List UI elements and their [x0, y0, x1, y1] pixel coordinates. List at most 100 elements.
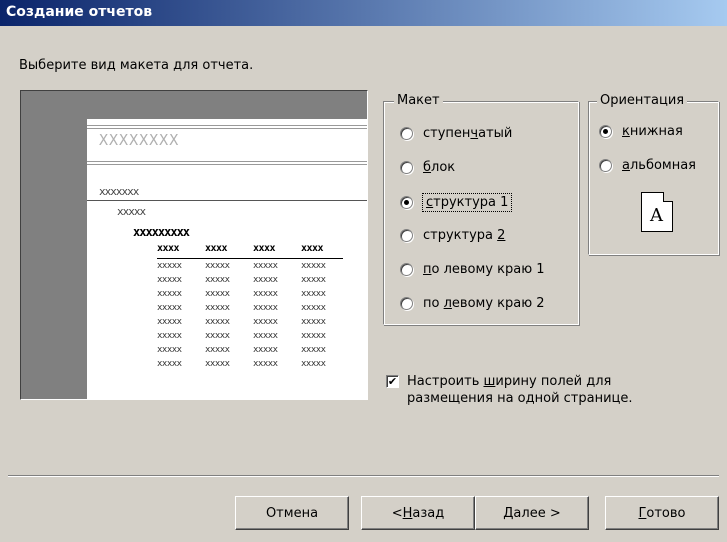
preview-header-row: xxxx xxxx xxxx xxxx: [157, 243, 349, 257]
fit-width-checkbox[interactable]: ✔: [386, 375, 399, 388]
layout-option-4[interactable]: структура 2: [400, 228, 505, 243]
preview-cell: xxxxx: [157, 303, 182, 313]
radio-button[interactable]: [400, 229, 413, 242]
preview-cell: xxxxx: [205, 289, 230, 299]
layout-option-label: ступенчатый: [423, 126, 512, 141]
label-mnemonic: ч: [470, 126, 479, 141]
checkmark-icon: ✔: [387, 375, 398, 388]
radio-button[interactable]: [599, 159, 612, 172]
portrait-page-icon: A: [641, 192, 673, 232]
preview-group-1: xxxxxxx: [99, 185, 139, 198]
layout-prompt: Выберите вид макета для отчета.: [19, 58, 254, 73]
preview-cell: xxxxx: [157, 275, 182, 285]
preview-cell: xxxxx: [253, 303, 278, 313]
preview-data-row: xxxxx xxxxx xxxxx xxxxx: [157, 275, 349, 289]
finish-label-post: отово: [646, 505, 686, 521]
orientation-option-label: альбомная: [622, 158, 696, 173]
label-mnemonic: б: [423, 160, 432, 175]
layout-option-1[interactable]: ступенчатый: [400, 126, 512, 141]
fit-width-label-mnemonic: ш: [483, 374, 496, 389]
preview-cell: xxxxx: [301, 317, 326, 327]
preview-group-2: xxxxx: [117, 205, 146, 218]
preview-line: [87, 128, 367, 129]
radio-button[interactable]: [400, 297, 413, 310]
preview-cell: xxxx: [253, 243, 276, 254]
orientation-group: Ориентация книжная альбомная A: [588, 93, 719, 255]
layout-option-label: структура 1: [421, 193, 513, 212]
radio-button[interactable]: [400, 196, 413, 209]
label-post: лок: [431, 160, 456, 175]
preview-cell: xxxxx: [301, 345, 326, 355]
finish-label-mnemonic: Г: [638, 505, 647, 521]
orientation-option-2[interactable]: альбомная: [599, 158, 696, 173]
layout-option-3[interactable]: структура 1: [400, 193, 513, 212]
preview-cell: xxxxx: [301, 303, 326, 313]
preview-cell: xxxxx: [157, 317, 182, 327]
preview-cell: xxxx: [205, 243, 228, 254]
layout-group-legend: Макет: [394, 93, 443, 108]
layout-option-label: структура 2: [423, 228, 505, 243]
layout-option-label: по левому краю 2: [423, 296, 545, 311]
radio-dot-icon: [603, 129, 608, 134]
layout-preview: XXXXXXXX xxxxxxx xxxxx xxxxxxxxx xxxx xx…: [20, 90, 368, 400]
radio-button[interactable]: [400, 263, 413, 276]
preview-line: [87, 164, 367, 165]
preview-data-row: xxxxx xxxxx xxxxx xxxxx: [157, 331, 349, 345]
preview-data-row: xxxxx xxxxx xxxxx xxxxx: [157, 317, 349, 331]
preview-line: [87, 200, 367, 201]
preview-cell: xxxxx: [253, 275, 278, 285]
label-post: льбомная: [629, 158, 697, 173]
layout-option-6[interactable]: по левому краю 2: [400, 296, 545, 311]
preview-cell: xxxxx: [253, 331, 278, 341]
preview-cell: xxxxx: [301, 289, 326, 299]
preview-cell: xxxxx: [253, 359, 278, 369]
label-pre: по: [423, 296, 444, 311]
preview-cell: xxxxx: [301, 261, 326, 271]
preview-data-row: xxxxx xxxxx xxxxx xxxxx: [157, 345, 349, 359]
preview-cell: xxxxx: [157, 261, 182, 271]
back-label-pre: <: [391, 505, 403, 521]
preview-cell: xxxxx: [205, 275, 230, 285]
back-button[interactable]: < Назад: [361, 496, 475, 530]
preview-cell: xxxxx: [253, 317, 278, 327]
preview-cell: xxxxx: [301, 331, 326, 341]
preview-cell: xxxxx: [205, 317, 230, 327]
button-separator: [8, 475, 719, 477]
fit-width-label-pre: Настроить: [407, 374, 484, 389]
preview-data-row: xxxxx xxxxx xxxxx xxxxx: [157, 359, 349, 373]
preview-cell: xxxxx: [301, 275, 326, 285]
preview-cell: xxxxx: [205, 359, 230, 369]
preview-title: XXXXXXXX: [99, 131, 180, 149]
back-label-mnemonic: Н: [402, 505, 413, 521]
layout-option-5[interactable]: по левому краю 1: [400, 262, 545, 277]
fit-width-option[interactable]: ✔ Настроить ширину полей для размещения …: [386, 373, 697, 407]
preview-data-row: xxxxx xxxxx xxxxx xxxxx: [157, 303, 349, 317]
finish-button[interactable]: Готово: [605, 496, 719, 530]
cancel-button[interactable]: Отмена: [235, 496, 349, 530]
label-mnemonic: а: [622, 158, 630, 173]
preview-header-rule: [157, 258, 343, 259]
orientation-option-1[interactable]: книжная: [599, 124, 683, 139]
preview-line: [87, 161, 367, 162]
preview-group-3: xxxxxxxxx: [133, 225, 190, 239]
next-label-post: алее >: [513, 505, 561, 521]
preview-cell: xxxxx: [205, 303, 230, 313]
cancel-label: Отмена: [265, 505, 319, 521]
back-label-post: азад: [412, 505, 445, 521]
label-post: труктура 1: [433, 195, 509, 210]
preview-data-row: xxxxx xxxxx xxxxx xxxxx: [157, 289, 349, 303]
radio-dot-icon: [404, 200, 409, 205]
preview-cell: xxxxx: [253, 261, 278, 271]
layout-option-label: по левому краю 1: [423, 262, 545, 277]
radio-button[interactable]: [400, 161, 413, 174]
next-button[interactable]: Далее >: [475, 496, 589, 530]
orientation-group-legend: Ориентация: [597, 93, 688, 108]
radio-button[interactable]: [400, 127, 413, 140]
radio-button[interactable]: [599, 125, 612, 138]
preview-cell: xxxxx: [157, 345, 182, 355]
layout-option-2[interactable]: блок: [400, 160, 455, 175]
window-title: Создание отчетов: [0, 0, 727, 26]
preview-cell: xxxxx: [301, 359, 326, 369]
preview-cell: xxxxx: [205, 345, 230, 355]
preview-cell: xxxxx: [205, 331, 230, 341]
